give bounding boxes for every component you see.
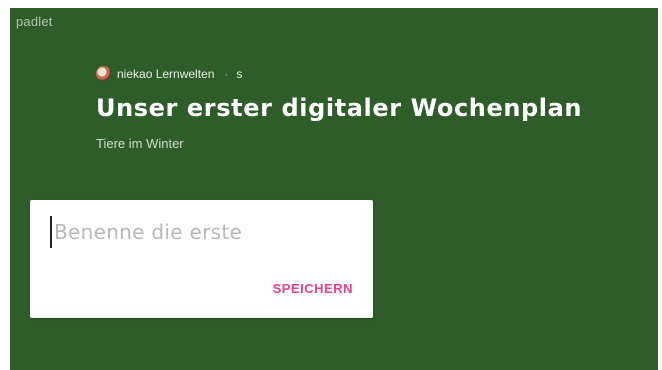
save-button[interactable]: SPEICHERN (271, 277, 355, 300)
author-row: niekao Lernwelten · s (96, 66, 242, 81)
brand-logo[interactable]: padlet (16, 14, 53, 29)
timestamp: s (236, 66, 243, 81)
page-title: Unser erster digitaler Wochenplan (96, 94, 583, 122)
padlet-board: padlet niekao Lernwelten · s Unser erste… (10, 8, 658, 370)
app-window: padlet niekao Lernwelten · s Unser erste… (0, 0, 662, 370)
avatar-icon[interactable] (96, 66, 111, 81)
section-title-input[interactable] (50, 216, 354, 248)
new-section-card: SPEICHERN (30, 200, 373, 318)
separator-dot: · (224, 66, 229, 81)
page-subtitle: Tiere im Winter (96, 136, 184, 151)
author-name[interactable]: niekao Lernwelten (117, 67, 214, 81)
